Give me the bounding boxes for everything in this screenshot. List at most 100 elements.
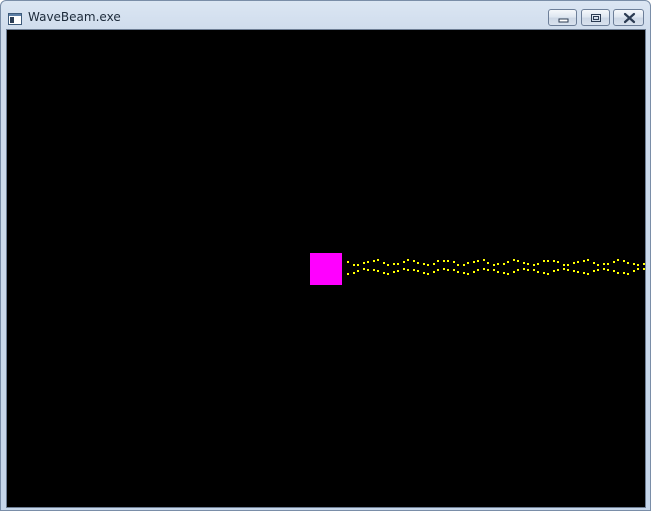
beam-dot	[593, 270, 595, 272]
beam-dot	[627, 273, 629, 275]
beam-dot	[497, 271, 499, 273]
beam-dot	[463, 272, 465, 274]
beam-dot	[587, 273, 589, 275]
beam-dot	[643, 263, 645, 265]
beam-dot	[377, 270, 379, 272]
beam-dot	[433, 271, 435, 273]
restore-button[interactable]	[581, 9, 610, 26]
beam-dot	[477, 269, 479, 271]
beam-dot	[357, 270, 359, 272]
beam-dot	[397, 263, 399, 265]
beam-dot	[397, 270, 399, 272]
beam-dot	[553, 260, 555, 262]
application-window-icon[interactable]	[8, 10, 22, 25]
beam-dot	[527, 269, 529, 271]
app-window: WaveBeam.exe	[0, 0, 651, 511]
beam-dot	[437, 260, 439, 262]
title-bar[interactable]: WaveBeam.exe	[1, 1, 650, 29]
beam-dot	[383, 262, 385, 264]
beam-dot	[483, 268, 485, 270]
beam-dot	[533, 264, 535, 266]
beam-dot	[353, 264, 355, 266]
beam-dot	[517, 260, 519, 262]
beam-dot	[517, 269, 519, 271]
beam-dot	[367, 261, 369, 263]
beam-dot	[477, 260, 479, 262]
beam-dot	[507, 273, 509, 275]
beam-dot	[427, 273, 429, 275]
beam-dot	[423, 263, 425, 265]
beam-dot	[577, 271, 579, 273]
beam-dot	[377, 259, 379, 261]
wave-beam	[347, 259, 645, 275]
game-canvas[interactable]	[6, 29, 646, 508]
beam-dot	[593, 262, 595, 264]
beam-dot	[457, 271, 459, 273]
beam-dot	[587, 259, 589, 261]
beam-dot	[513, 271, 515, 273]
beam-dot	[407, 259, 409, 261]
beam-dot	[623, 260, 625, 262]
beam-dot	[577, 261, 579, 263]
beam-dot	[573, 270, 575, 272]
beam-dot	[383, 272, 385, 274]
beam-dot	[417, 270, 419, 272]
beam-dot	[447, 260, 449, 262]
beam-dot	[347, 261, 349, 263]
close-icon	[623, 12, 636, 24]
beam-dot	[357, 264, 359, 266]
beam-dot	[393, 271, 395, 273]
beam-dot	[543, 272, 545, 274]
beam-dot	[627, 262, 629, 264]
beam-dot	[643, 268, 645, 270]
beam-dot	[413, 260, 415, 262]
beam-dot	[443, 260, 445, 262]
minimize-button[interactable]	[548, 9, 577, 26]
beam-dot	[487, 262, 489, 264]
beam-dot	[433, 263, 435, 265]
beam-dot	[527, 263, 529, 265]
beam-dot	[447, 269, 449, 271]
beam-dot	[567, 269, 569, 271]
beam-dot	[467, 273, 469, 275]
beam-dot	[503, 272, 505, 274]
beam-dot	[633, 263, 635, 265]
beam-dot	[523, 268, 525, 270]
beam-dot	[553, 270, 555, 272]
beam-dot	[547, 273, 549, 275]
beam-dot	[633, 270, 635, 272]
beam-dot	[617, 259, 619, 261]
beam-dot	[463, 264, 465, 266]
beam-dot	[387, 264, 389, 266]
beam-dot	[597, 269, 599, 271]
beam-dot	[427, 264, 429, 266]
beam-dot	[503, 263, 505, 265]
beam-dot	[487, 269, 489, 271]
beam-dot	[533, 269, 535, 271]
beam-dot	[617, 272, 619, 274]
beam-dot	[543, 260, 545, 262]
beam-dot	[493, 269, 495, 271]
beam-dot	[457, 264, 459, 266]
beam-dot	[563, 264, 565, 266]
beam-dot	[473, 271, 475, 273]
beam-dot	[367, 269, 369, 271]
scene	[310, 253, 645, 285]
beam-dot	[597, 264, 599, 266]
beam-dot	[407, 269, 409, 271]
beam-dot	[583, 260, 585, 262]
beam-dot	[347, 273, 349, 275]
beam-dot	[497, 263, 499, 265]
beam-dot	[403, 268, 405, 270]
beam-dot	[607, 269, 609, 271]
beam-dot	[603, 263, 605, 265]
beam-dot	[507, 261, 509, 263]
close-button[interactable]	[613, 9, 644, 26]
player-square	[310, 253, 342, 285]
beam-dot	[623, 272, 625, 274]
window-title: WaveBeam.exe	[28, 10, 121, 24]
beam-dot	[523, 262, 525, 264]
beam-dot	[513, 259, 515, 261]
beam-dot	[537, 263, 539, 265]
beam-dot	[607, 263, 609, 265]
